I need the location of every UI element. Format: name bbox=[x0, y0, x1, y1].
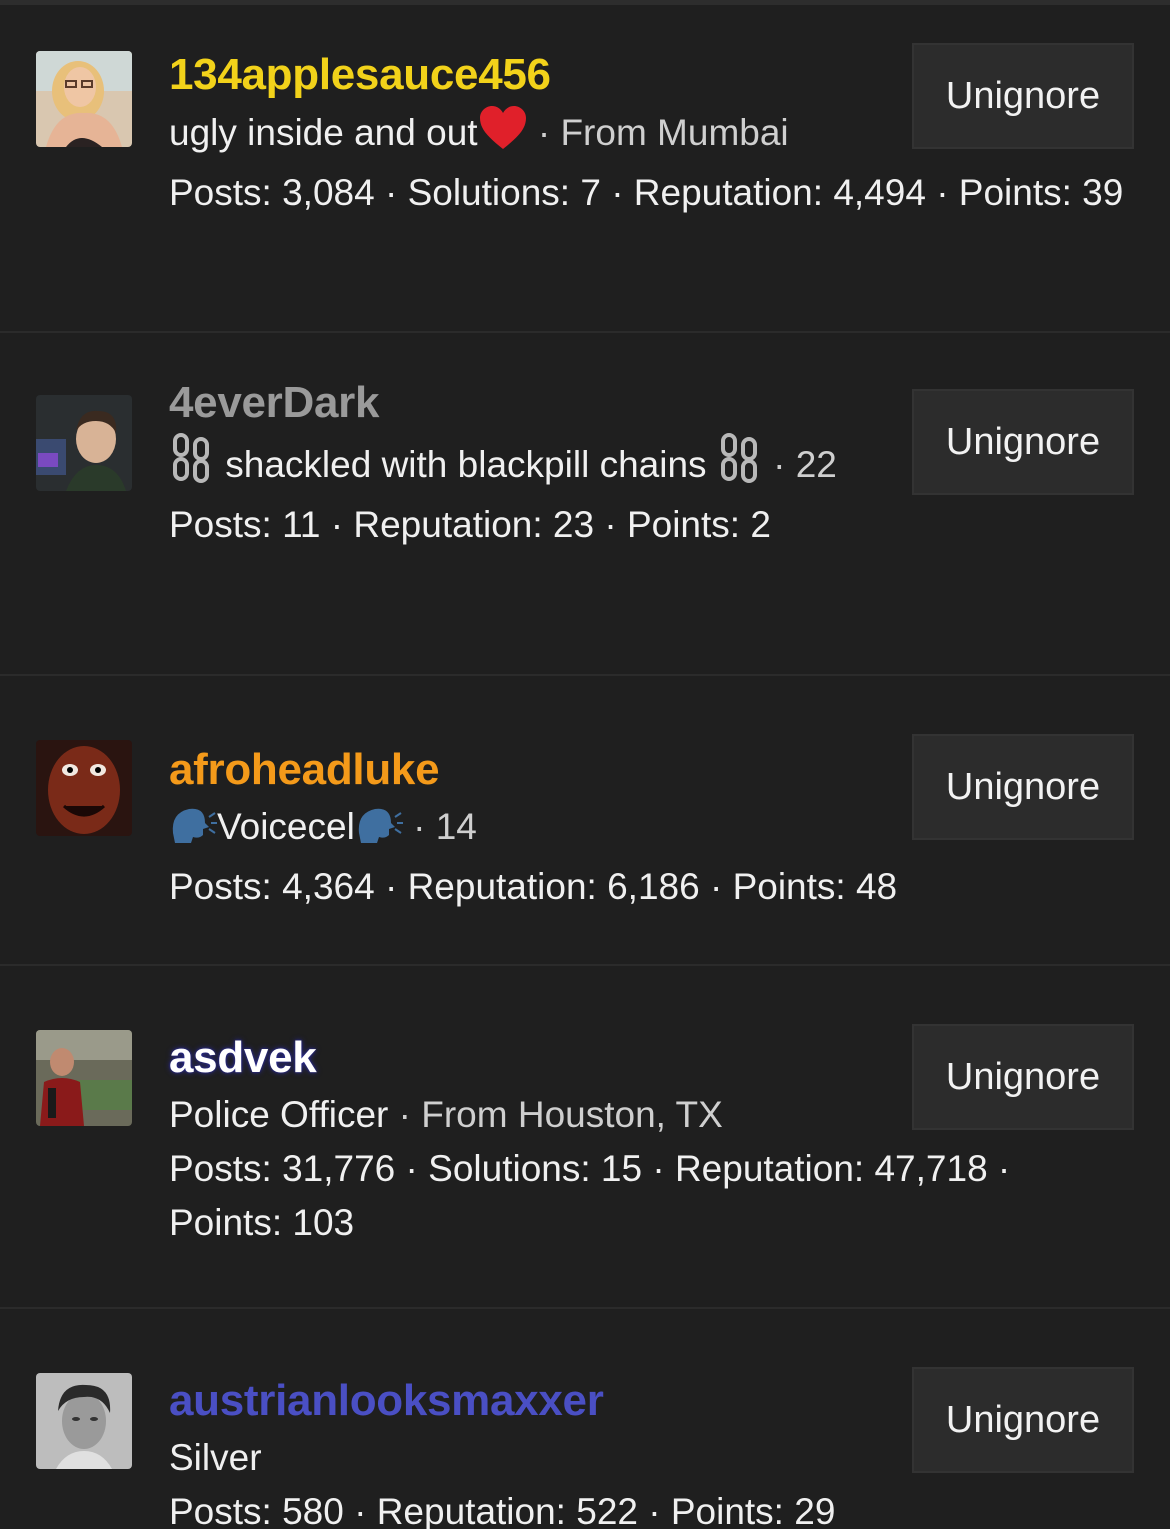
list-item: asdvek Police Officer · From Houston, TX… bbox=[0, 966, 1170, 1309]
user-title: Police Officer bbox=[169, 1094, 389, 1135]
user-meta: · 22 bbox=[773, 444, 837, 485]
avatar[interactable] bbox=[36, 740, 132, 836]
user-meta: · 14 bbox=[413, 806, 477, 847]
unignore-button[interactable]: Unignore bbox=[912, 1024, 1134, 1130]
avatar[interactable] bbox=[36, 395, 132, 491]
user-title: shackled with blackpill chains bbox=[225, 444, 707, 485]
red-heart-icon bbox=[478, 105, 528, 166]
user-meta: · From Houston, TX bbox=[398, 1094, 723, 1135]
speaking-head-icon bbox=[355, 803, 403, 860]
chains-icon bbox=[717, 433, 763, 498]
unignore-button[interactable]: Unignore bbox=[912, 43, 1134, 149]
list-item: 4everDark shackled with blackpill chains… bbox=[0, 333, 1170, 676]
list-item: austrianlooksmaxxer Silver Posts: 580 · … bbox=[0, 1309, 1170, 1529]
user-stats: Posts: 31,776 · Solutions: 15 · Reputati… bbox=[169, 1148, 1011, 1243]
user-stats: Posts: 11 · Reputation: 23 · Points: 2 bbox=[169, 504, 771, 545]
user-title: Voicecel bbox=[217, 806, 355, 847]
unignore-button[interactable]: Unignore bbox=[912, 389, 1134, 495]
user-stats: Posts: 580 · Reputation: 522 · Points: 2… bbox=[169, 1491, 836, 1529]
user-stats: Posts: 4,364 · Reputation: 6,186 · Point… bbox=[169, 866, 898, 907]
avatar[interactable] bbox=[36, 1373, 132, 1469]
avatar[interactable] bbox=[36, 1030, 132, 1126]
list-item: afroheadluke Voicecel · 14 Posts: 4,364 … bbox=[0, 676, 1170, 966]
list-item: 134applesauce456 ugly inside and out · F… bbox=[0, 5, 1170, 333]
avatar[interactable] bbox=[36, 51, 132, 147]
user-title: ugly inside and out bbox=[169, 112, 478, 153]
chains-icon bbox=[169, 433, 215, 498]
unignore-button[interactable]: Unignore bbox=[912, 734, 1134, 840]
unignore-button[interactable]: Unignore bbox=[912, 1367, 1134, 1473]
user-stats: Posts: 3,084 · Solutions: 7 · Reputation… bbox=[169, 172, 1124, 213]
user-meta: · From Mumbai bbox=[537, 112, 789, 153]
speaking-head-icon bbox=[169, 803, 217, 860]
